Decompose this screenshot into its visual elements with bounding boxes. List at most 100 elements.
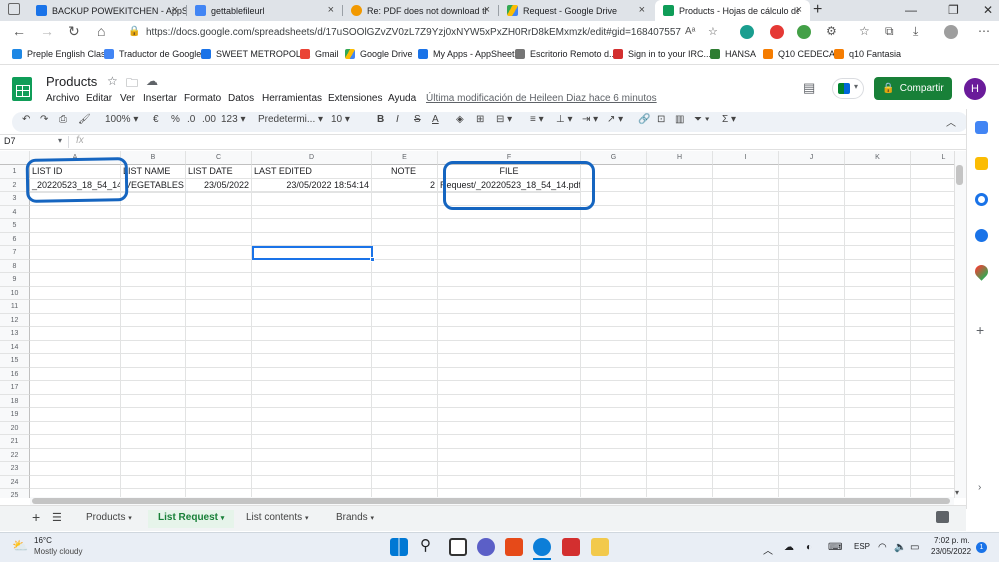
bookmark-item[interactable]: Escritorio Remoto d...: [515, 49, 617, 59]
link-icon[interactable]: 🔗: [638, 114, 650, 125]
column-header[interactable]: D: [252, 151, 372, 165]
move-folder-icon[interactable]: 🗀: [126, 74, 138, 95]
minimize-button[interactable]: —: [905, 3, 917, 17]
vertical-align-icon[interactable]: ⊥ ▾: [556, 114, 573, 125]
back-button[interactable]: ←: [12, 23, 26, 39]
cloud-status-icon[interactable]: ☁: [146, 74, 158, 88]
text-color-icon[interactable]: A: [432, 114, 439, 125]
row-header[interactable]: 25: [0, 489, 30, 498]
menu-editar[interactable]: Editar: [86, 93, 112, 104]
column-header[interactable]: C: [186, 151, 252, 165]
chevron-right-icon[interactable]: ›: [978, 482, 981, 493]
avatar[interactable]: H: [964, 78, 986, 100]
windows-start-icon[interactable]: [390, 538, 408, 556]
row-header[interactable]: 24: [0, 475, 30, 489]
formula-input[interactable]: [96, 136, 956, 148]
star-icon[interactable]: ☆: [107, 74, 118, 88]
weather-icon[interactable]: ⛅: [12, 538, 28, 554]
sheet-tab-list-request[interactable]: List Request ▾: [148, 510, 235, 528]
chevron-down-icon[interactable]: ▾: [58, 136, 62, 145]
search-icon[interactable]: ⚲: [420, 536, 431, 554]
column-header[interactable]: L: [911, 151, 954, 165]
favorites-icon[interactable]: ☆: [859, 24, 870, 38]
close-window-button[interactable]: ✕: [983, 3, 993, 17]
paint-format-icon[interactable]: 🖌: [78, 114, 91, 125]
vertical-scrollbar[interactable]: [954, 151, 966, 498]
bookmark-item[interactable]: HANSA: [710, 49, 756, 59]
bookmark-item[interactable]: Gmail: [300, 49, 339, 59]
close-icon[interactable]: ×: [328, 4, 334, 16]
sheet-tab-products[interactable]: Products ▾: [76, 510, 142, 528]
column-header[interactable]: J: [779, 151, 845, 165]
chevron-up-icon[interactable]: ︿: [763, 542, 773, 557]
selected-cell[interactable]: [252, 246, 373, 260]
scroll-down-arrow[interactable]: ▾: [955, 488, 959, 497]
column-header[interactable]: E: [372, 151, 438, 165]
comments-icon[interactable]: ▤: [803, 80, 815, 96]
all-sheets-icon[interactable]: ☰: [52, 511, 62, 524]
undo-icon[interactable]: ↶: [22, 114, 30, 125]
close-icon[interactable]: ×: [172, 4, 178, 16]
keep-icon[interactable]: [975, 157, 988, 170]
wifi-icon[interactable]: ◠: [878, 542, 887, 553]
browser-tab[interactable]: Re: PDF does not download the ×: [343, 0, 498, 21]
menu-extensiones[interactable]: Extensiones: [328, 93, 382, 104]
font-size-select[interactable]: 10 ▾: [331, 114, 350, 125]
chart-icon[interactable]: ▥: [675, 114, 684, 125]
browser-tab[interactable]: Request - Google Drive ×: [499, 0, 653, 21]
tab-actions-icon[interactable]: [8, 3, 20, 15]
menu-formato[interactable]: Formato: [184, 93, 221, 104]
office-icon[interactable]: [505, 538, 523, 556]
row-header[interactable]: 18: [0, 394, 30, 408]
collections-icon[interactable]: ⧉: [885, 24, 894, 39]
extension-icon[interactable]: [797, 25, 811, 39]
row-header[interactable]: 16: [0, 367, 30, 381]
functions-icon[interactable]: Σ ▾: [722, 114, 736, 125]
row-header[interactable]: 14: [0, 340, 30, 354]
keyboard-icon[interactable]: ⌨: [828, 542, 842, 553]
row-header[interactable]: 15: [0, 354, 30, 368]
row-header[interactable]: 4: [0, 205, 30, 219]
row-header[interactable]: 11: [0, 300, 30, 314]
acrobat-icon[interactable]: [562, 538, 580, 556]
collapse-toolbar-icon[interactable]: ︿: [946, 114, 956, 129]
notifications-badge-icon[interactable]: 1: [976, 542, 987, 553]
more-formats-button[interactable]: 123 ▾: [221, 114, 246, 125]
sheets-logo[interactable]: [12, 77, 32, 101]
menu-ver[interactable]: Ver: [120, 93, 135, 104]
strikethrough-icon[interactable]: S: [414, 114, 421, 125]
increase-decimals-button[interactable]: .00: [202, 114, 216, 125]
row-header[interactable]: 12: [0, 313, 30, 327]
last-edit-link[interactable]: Última modificación de Heileen Diaz hace…: [426, 93, 657, 104]
language-indicator[interactable]: ESP: [854, 542, 870, 551]
fill-handle[interactable]: [370, 257, 375, 262]
font-select[interactable]: Predetermi... ▾: [258, 114, 323, 125]
home-button[interactable]: ⌂: [97, 23, 105, 39]
contacts-icon[interactable]: [975, 229, 988, 242]
bookmark-item[interactable]: q10 Fantasia: [834, 49, 901, 59]
add-addon-icon[interactable]: +: [976, 322, 984, 338]
close-icon[interactable]: ×: [796, 4, 802, 16]
text-wrap-icon[interactable]: ⇥ ▾: [582, 114, 598, 125]
meet-button[interactable]: ▾: [832, 78, 864, 99]
sheet-tab-list-contents[interactable]: List contents ▾: [236, 510, 318, 528]
more-icon[interactable]: ⋯: [978, 24, 990, 38]
add-sheet-icon[interactable]: +: [32, 509, 40, 525]
comment-icon[interactable]: ⊡: [657, 114, 665, 125]
share-button[interactable]: 🔒 Compartir: [874, 77, 952, 100]
horizontal-align-icon[interactable]: ≡ ▾: [530, 114, 544, 125]
menu-herramientas[interactable]: Herramientas: [262, 93, 322, 104]
menu-insertar[interactable]: Insertar: [143, 93, 177, 104]
weather-temp[interactable]: 16°C: [34, 536, 52, 545]
browser-tab[interactable]: gettablefileurl ×: [187, 0, 342, 21]
lock-icon[interactable]: 🔒: [128, 26, 140, 37]
row-header[interactable]: 7: [0, 246, 30, 260]
extension-icon[interactable]: [770, 25, 784, 39]
row-header[interactable]: 8: [0, 259, 30, 273]
file-explorer-icon[interactable]: [591, 538, 609, 556]
downloads-icon[interactable]: ⤓: [913, 24, 918, 39]
bookmark-item[interactable]: Traductor de Google: [104, 49, 201, 59]
currency-button[interactable]: €: [153, 114, 159, 125]
row-header[interactable]: 13: [0, 327, 30, 341]
forward-button[interactable]: →: [40, 23, 54, 39]
